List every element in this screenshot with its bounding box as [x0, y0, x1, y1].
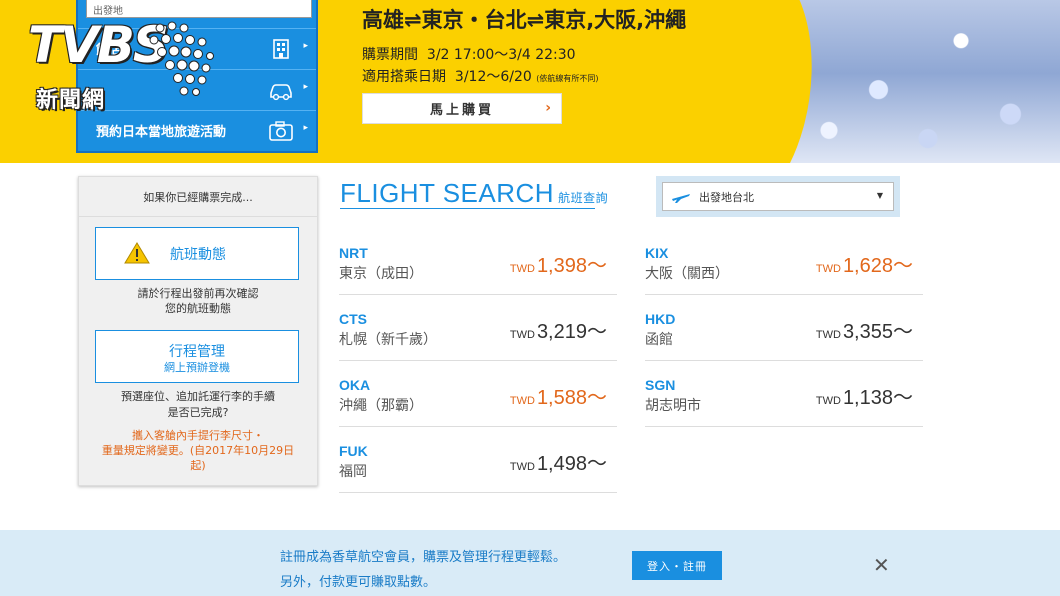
side-menu-item-activities[interactable]: 預約日本當地旅遊活動 ▸: [78, 110, 316, 150]
logo-subtitle: 新聞網: [36, 88, 106, 113]
route-price: TWD 3,355～: [816, 315, 913, 344]
logo-dot-pattern: [149, 21, 214, 96]
baggage-notice-line: 起): [190, 459, 206, 472]
member-signup-bar: 註冊成為香草航空會員，購票及管理行程更輕鬆。 另外，付款更可賺取點數。 登入・註…: [0, 530, 1060, 596]
points-message: 另外，付款更可賺取點數。: [280, 575, 437, 590]
side-menu-item-label: 預約日本當地旅遊活動: [96, 125, 227, 140]
signup-message: 註冊成為香草航空會員，購票及管理行程更輕鬆。: [280, 550, 567, 565]
route-airport-code: OKA: [339, 377, 371, 393]
route-price-amount: 1,138～: [842, 387, 913, 409]
manage-booking-label: 行程管理: [169, 344, 225, 360]
route-city-name: 沖繩（那霸）: [339, 398, 423, 414]
route-price: TWD 1,588～: [510, 381, 607, 410]
route-price-amount: 1,628～: [842, 255, 913, 277]
route-price: TWD 3,219～: [510, 315, 607, 344]
route-price-currency: TWD: [509, 395, 535, 407]
tvbs-news-logo: TVBS 新聞網: [28, 16, 218, 116]
route-row-kix[interactable]: KIX 大阪（關西） TWD 1,628～: [645, 231, 923, 295]
page: 高雄⇌東京・台北⇌東京,大阪,沖繩 購票期間 3/2 17:00～3/4 22:…: [0, 0, 1060, 596]
flight-status-note-line: 您的航班動態: [165, 302, 231, 315]
route-airport-code: CTS: [339, 311, 367, 327]
route-price-currency: TWD: [509, 329, 535, 341]
flight-status-button[interactable]: 航班動態: [95, 227, 299, 280]
travel-period-label: 適用搭乘日期: [362, 69, 446, 85]
route-row-fuk[interactable]: FUK 福岡 TWD 1,498～: [339, 429, 617, 493]
buy-now-label: 馬上購買: [429, 103, 494, 118]
route-city-name: 東京（成田）: [339, 266, 423, 282]
booking-help-panel: 如果你已經購票完成... 航班動態 請於行程出發前再次確認 您的航班動態 行程管…: [78, 176, 318, 486]
flight-status-note-line: 請於行程出發前再次確認: [137, 287, 259, 300]
baggage-notice-line: 攜入客艙內手提行李尺寸・: [132, 429, 264, 442]
route-city-name: 胡志明市: [645, 398, 701, 414]
online-checkin-label: 網上預辦登機: [164, 361, 230, 374]
route-row-nrt[interactable]: NRT 東京（成田） TWD 1,398～: [339, 231, 617, 295]
travel-period-value: 3/12～6/20: [454, 69, 532, 85]
route-row-cts[interactable]: CTS 札幌（新千歲） TWD 3,219～: [339, 297, 617, 361]
route-price-amount: 1,398～: [536, 255, 607, 277]
car-icon: [270, 84, 292, 101]
chevron-right-icon: ▸: [303, 41, 308, 51]
route-row-oka[interactable]: OKA 沖繩（那霸） TWD 1,588～: [339, 363, 617, 427]
sale-period-label: 購票期間: [362, 47, 418, 63]
flight-search-title-text: FLIGHT SEARCH: [340, 178, 555, 208]
route-price: TWD 1,628～: [816, 249, 913, 278]
origin-select-value: 出發地台北: [699, 190, 754, 204]
baggage-notice-line: 重量規定將變更。(自2017年10月29日: [101, 444, 295, 457]
route-row-sgn[interactable]: SGN 胡志明市 TWD 1,138～: [645, 363, 923, 427]
flight-search-subtitle: 航班查詢: [558, 191, 609, 205]
manage-booking-note: 預選座位、追加託運行李的手續 是否已完成?: [79, 389, 317, 421]
flight-status-label: 航班動態: [170, 247, 226, 263]
route-price-currency: TWD: [815, 329, 841, 341]
route-price-amount: 1,588～: [536, 387, 607, 409]
manage-booking-button[interactable]: 行程管理 網上預辦登機: [95, 330, 299, 383]
flight-search-title: FLIGHT SEARCH 航班查詢: [340, 178, 608, 209]
route-price-currency: TWD: [509, 461, 535, 473]
airplane-icon: [672, 194, 690, 203]
route-city-name: 大阪（關西）: [645, 266, 729, 282]
baggage-notice-link[interactable]: 攜入客艙內手提行李尺寸・ 重量規定將變更。(自2017年10月29日 起): [95, 428, 301, 473]
manage-booking-note-line: 預選座位、追加託運行李的手續: [121, 390, 275, 403]
manage-booking-note-line: 是否已完成?: [167, 406, 229, 419]
chevron-right-icon: ›: [545, 100, 551, 116]
origin-selector-wrap: 出發地台北 ▼: [656, 176, 900, 217]
flight-status-note: 請於行程出發前再次確認 您的航班動態: [79, 286, 317, 316]
chevron-down-icon: ▼: [876, 191, 883, 200]
chevron-right-icon: ▸: [303, 123, 308, 133]
warning-icon: [124, 242, 150, 264]
route-airport-code: SGN: [645, 377, 676, 393]
route-city-name: 福岡: [339, 464, 367, 480]
route-price-amount: 3,355～: [842, 321, 913, 343]
route-price-currency: TWD: [815, 395, 841, 407]
route-price-currency: TWD: [509, 263, 535, 275]
chevron-right-icon: ▸: [303, 82, 308, 92]
route-row-hkd[interactable]: HKD 函館 TWD 3,355～: [645, 297, 923, 361]
camera-icon: [269, 121, 293, 141]
close-icon[interactable]: ✕: [873, 553, 890, 577]
route-airport-code: FUK: [339, 443, 368, 459]
hotel-icon: [273, 39, 289, 59]
origin-select[interactable]: 出發地台北 ▼: [662, 182, 894, 211]
buy-now-button[interactable]: 馬上購買 ›: [362, 93, 562, 124]
login-register-button[interactable]: 登入・註冊: [632, 551, 722, 580]
route-price-amount: 1,498～: [536, 453, 607, 475]
route-price: TWD 1,498～: [510, 447, 607, 476]
route-price-amount: 3,219～: [536, 321, 607, 343]
route-city-name: 札幌（新千歲）: [339, 332, 437, 348]
route-price: TWD 1,138～: [816, 381, 913, 410]
route-airport-code: NRT: [339, 245, 368, 261]
route-price-currency: TWD: [815, 263, 841, 275]
route-airport-code: KIX: [645, 245, 669, 261]
travel-period-note: (依航線有所不同): [536, 74, 599, 83]
route-price: TWD 1,398～: [510, 249, 607, 278]
route-airport-code: HKD: [645, 311, 676, 327]
route-city-name: 函館: [645, 332, 673, 348]
title-underline: [340, 208, 595, 209]
panel-header: 如果你已經購票完成...: [79, 177, 317, 217]
promo-title: 高雄⇌東京・台北⇌東京,大阪,沖繩: [362, 8, 687, 32]
sale-period-value: 3/2 17:00～3/4 22:30: [426, 47, 576, 63]
sale-period: 購票期間 3/2 17:00～3/4 22:30: [362, 44, 576, 64]
travel-period: 適用搭乘日期 3/12～6/20 (依航線有所不同): [362, 66, 599, 86]
